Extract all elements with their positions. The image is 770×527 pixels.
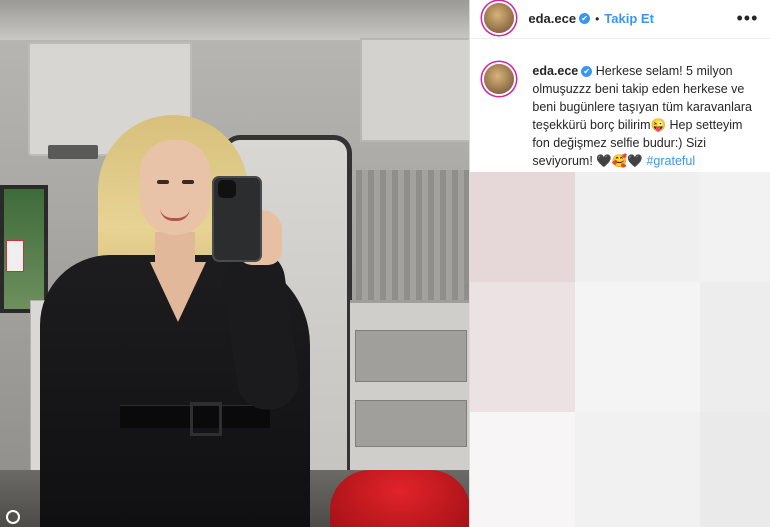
instagram-post: eda.ece ✔ • Takip Et ••• eda.ece ✔ Herkese s… xyxy=(0,0,770,527)
caravan-curtain xyxy=(356,170,470,310)
blur-block xyxy=(700,172,770,282)
red-chair xyxy=(330,470,470,527)
avatar[interactable] xyxy=(484,3,515,33)
verified-badge-icon: ✔ xyxy=(579,13,591,25)
blur-block xyxy=(470,172,576,282)
belt-buckle xyxy=(190,402,222,436)
follow-button[interactable]: Takip Et xyxy=(604,11,654,26)
person-eye xyxy=(157,180,169,184)
caption-text: Herkese selam! 5 milyon olmuşuzzz beni t… xyxy=(532,64,752,168)
verified-badge-icon: ✔ xyxy=(581,66,593,78)
blur-block xyxy=(470,282,576,412)
blur-block xyxy=(575,412,701,527)
caption: eda.ece ✔ Herkese selam! 5 milyon olmuşuz… xyxy=(532,62,758,170)
phone-camera xyxy=(218,180,236,198)
blur-block xyxy=(470,412,576,527)
post-header: eda.ece ✔ • Takip Et ••• xyxy=(470,0,770,39)
post-photo[interactable] xyxy=(0,0,470,527)
caravan-cabinet-right xyxy=(360,38,470,142)
blur-block xyxy=(575,282,701,412)
caravan-shelf xyxy=(350,300,470,473)
user-tag-icon[interactable] xyxy=(6,510,20,524)
wall-sign xyxy=(6,240,24,272)
username-link[interactable]: eda.ece xyxy=(528,11,576,26)
header-meta: eda.ece ✔ • Takip Et xyxy=(528,10,654,28)
blur-block xyxy=(700,412,770,527)
caravan-vent xyxy=(48,145,98,159)
caravan-drawer-lower xyxy=(355,400,467,447)
person-eye xyxy=(182,180,194,184)
blurred-comments-area xyxy=(470,172,770,527)
more-options-icon[interactable]: ••• xyxy=(736,8,758,29)
separator-dot: • xyxy=(595,12,600,26)
caravan-drawer xyxy=(355,330,467,382)
post-panel: eda.ece ✔ • Takip Et ••• eda.ece ✔ Herkese s… xyxy=(469,0,770,527)
caption-avatar[interactable] xyxy=(484,64,515,94)
blur-block xyxy=(575,172,701,282)
hashtag-link[interactable]: #grateful xyxy=(646,154,695,168)
caravan-ceiling xyxy=(0,0,470,40)
caption-username[interactable]: eda.ece xyxy=(532,64,578,78)
blur-block xyxy=(700,282,770,412)
